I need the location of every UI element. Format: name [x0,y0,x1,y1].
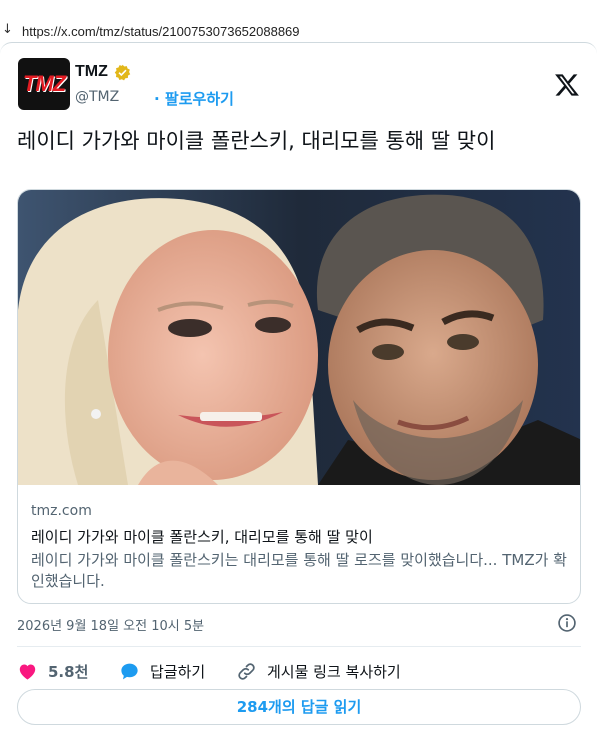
tweet-header: TMZ TMZ @TMZ · 팔로우하기 [18,58,580,112]
avatar-logo-text: TMZ [22,71,66,96]
tweet-text: 레이디 가가와 마이클 폴란스키, 대리모를 통해 딸 맞이 [17,129,496,153]
heart-icon [19,664,36,680]
tweet-timestamp[interactable]: 2026년 9월 18일 오전 10시 5분 [17,615,204,634]
copy-link-button[interactable]: 게시물 링크 복사하기 [236,655,401,687]
reply-bubble-icon [121,663,138,679]
copy-link-label: 게시물 링크 복사하기 [267,662,401,681]
author-handle[interactable]: @TMZ [75,89,119,105]
download-arrow-icon: ↓ [2,22,13,37]
read-replies-button[interactable]: 284개의 답글 읽기 [17,689,581,725]
info-icon[interactable] [557,613,577,633]
link-preview-card[interactable]: tmz.com 레이디 가가와 마이클 폴란스키, 대리모를 통해 딸 맞이 레… [17,189,581,604]
divider [17,646,581,647]
browser-url-bar[interactable]: ↓ https://x.com/tmz/status/2100753073652… [0,0,597,42]
article-photo [18,190,580,485]
x-logo-icon[interactable] [554,72,580,98]
like-button[interactable]: 5.8천 [17,655,88,687]
follow-button[interactable]: · 팔로우하기 [154,88,234,109]
avatar[interactable]: TMZ [18,58,70,110]
url-text[interactable]: https://x.com/tmz/status/210075307365208… [22,24,300,39]
tweet-embed: TMZ TMZ @TMZ · 팔로우하기 레이디 가가와 마이클 폴란스키, 대… [0,42,597,740]
author-name[interactable]: TMZ [75,63,108,81]
link-domain: tmz.com [31,503,92,519]
verified-badge-icon [114,64,131,81]
like-count: 5.8천 [48,662,89,681]
tweet-actions: 5.8천 답글하기 게시물 링크 복사하기 [17,655,581,687]
link-title: 레이디 가가와 마이클 폴란스키, 대리모를 통해 딸 맞이 [31,528,373,546]
reply-button[interactable]: 답글하기 [119,655,205,687]
link-description: 레이디 가가와 마이클 폴란스키는 대리모를 통해 딸 로즈를 맞이했습니다..… [31,551,567,590]
link-icon [238,662,255,680]
reply-label: 답글하기 [150,662,206,681]
